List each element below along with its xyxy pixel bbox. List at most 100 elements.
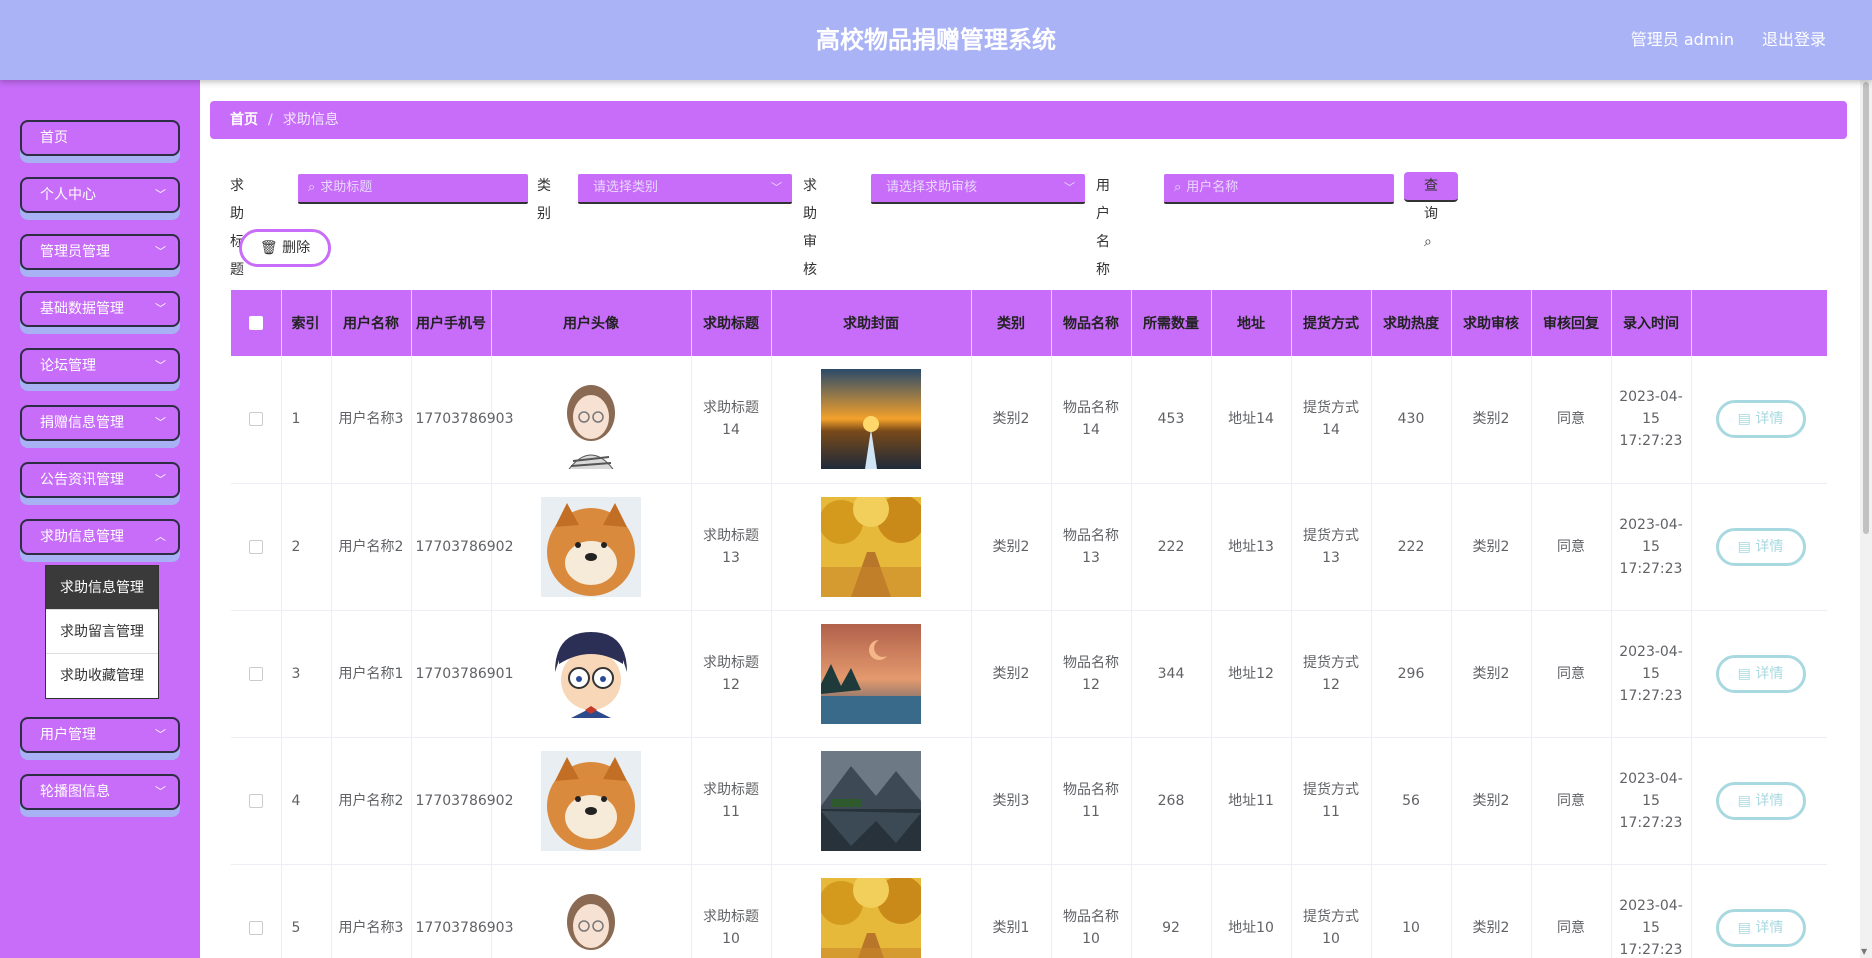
cell-item: 物品名称11 — [1051, 737, 1132, 865]
sidebar-item-home[interactable]: 首页 — [20, 120, 180, 156]
cover-image-cell — [771, 483, 972, 611]
table-row: 4 用户名称2 17703786902 求助标题11 类别3 物品名称11 268 地址11 提… — [231, 737, 1827, 865]
cell-pickup: 提货方式12 — [1291, 610, 1372, 738]
action-cell: ▤ 详情 — [1691, 610, 1827, 738]
scroll-down-arrow-icon[interactable]: ▼ — [1861, 947, 1867, 956]
search-icon: ⌕ — [1424, 234, 1432, 250]
submenu-item-help-favorites[interactable]: 求助收藏管理 — [46, 654, 158, 698]
detail-button[interactable]: ▤ 详情 — [1715, 781, 1806, 820]
trash-icon: 🗑 — [259, 240, 278, 256]
sidebar-item-announcements[interactable]: 公告资讯管理 ﹀ — [20, 462, 180, 498]
document-icon: ▤ — [1737, 411, 1751, 428]
sidebar-item-basic-data[interactable]: 基础数据管理 ﹀ — [20, 291, 180, 327]
sidebar-item-label: 个人中心 — [40, 187, 96, 203]
scrollbar-thumb[interactable] — [1863, 82, 1869, 534]
column-header: 用户头像 — [491, 290, 692, 356]
category-filter-label: 类别 — [537, 178, 551, 222]
cell-audit: 类别2 — [1451, 864, 1532, 958]
row-checkbox[interactable] — [248, 412, 263, 427]
detail-button[interactable]: ▤ 详情 — [1715, 527, 1806, 566]
sidebar-item-help-requests[interactable]: 求助信息管理 ︿ — [20, 519, 180, 555]
sidebar-item-label: 捐赠信息管理 — [40, 415, 124, 431]
sidebar-item-label: 论坛管理 — [40, 358, 96, 374]
sidebar-item-donation[interactable]: 捐赠信息管理 ﹀ — [20, 405, 180, 441]
detail-button-label: 详情 — [1755, 665, 1784, 682]
document-icon: ▤ — [1737, 665, 1751, 682]
column-header: 索引 — [281, 290, 332, 356]
cell-user: 用户名称2 — [331, 483, 412, 611]
document-icon: ▤ — [1737, 792, 1751, 809]
user-avatar-image — [496, 877, 687, 958]
column-header: 类别 — [971, 290, 1052, 356]
delete-button-label: 删除 — [282, 240, 311, 256]
table-row: 1 用户名称3 17703786903 求助标题14 类别2 物品名称14 453 地址14 提… — [231, 356, 1827, 484]
column-header: 求助封面 — [771, 290, 972, 356]
user-filter-label: 用户名称 — [1096, 178, 1110, 278]
page-scrollbar[interactable]: ▼ — [1860, 80, 1872, 958]
sidebar-item-label: 求助信息管理 — [40, 529, 124, 545]
logout-link[interactable]: 退出登录 — [1762, 0, 1826, 80]
sidebar-item-carousel[interactable]: 轮播图信息 ﹀ — [20, 774, 180, 810]
title-search-placeholder: 求助标题 — [320, 180, 373, 195]
sidebar: 首页 个人中心 ﹀ 管理员管理 ﹀ 基础数据管理 ﹀ 论坛管理 ﹀ 捐赠信息管理… — [0, 80, 200, 958]
row-checkbox[interactable] — [248, 666, 263, 681]
breadcrumb-home[interactable]: 首页 — [230, 112, 258, 128]
sidebar-item-label: 用户管理 — [40, 727, 96, 743]
cell-index: 5 — [281, 864, 332, 958]
cell-addr: 地址11 — [1211, 737, 1292, 865]
detail-button[interactable]: ▤ 详情 — [1715, 654, 1806, 693]
chevron-down-icon: ﹀ — [155, 359, 166, 372]
audit-filter-label: 求助审核 — [803, 178, 817, 278]
chevron-up-icon: ︿ — [155, 530, 166, 543]
chevron-down-icon: ﹀ — [155, 473, 166, 486]
submenu-item-help-messages[interactable]: 求助留言管理 — [46, 610, 158, 654]
column-header: 录入时间 — [1611, 290, 1692, 356]
cell-reply: 同意 — [1531, 864, 1612, 958]
select-all-checkbox[interactable] — [248, 316, 263, 330]
row-select-cell — [231, 737, 282, 865]
category-select[interactable]: 请选择类别 ﹀ — [578, 174, 792, 204]
action-column-header — [1691, 290, 1827, 356]
cell-phone: 17703786903 — [411, 864, 513, 958]
sidebar-item-forum[interactable]: 论坛管理 ﹀ — [20, 348, 180, 384]
query-button[interactable]: 查询 ⌕ — [1404, 172, 1458, 250]
chevron-down-icon: ﹀ — [155, 785, 166, 798]
table-row: 2 用户名称2 17703786902 求助标题13 类别2 物品名称13 222 地址13 提… — [231, 483, 1827, 611]
column-header: 求助标题 — [691, 290, 772, 356]
audit-select[interactable]: 请选择求助审核 ﹀ — [871, 174, 1085, 204]
help-requests-submenu: 求助信息管理 求助留言管理 求助收藏管理 — [45, 565, 159, 699]
submenu-item-help-requests[interactable]: 求助信息管理 — [46, 566, 158, 610]
cell-addr: 地址14 — [1211, 356, 1292, 484]
cell-item: 物品名称13 — [1051, 483, 1132, 611]
user-avatar-image — [496, 623, 687, 724]
cell-pickup: 提货方式13 — [1291, 483, 1372, 611]
cell-category: 类别2 — [971, 356, 1052, 484]
cell-pickup: 提货方式14 — [1291, 356, 1372, 484]
row-checkbox[interactable] — [248, 793, 263, 808]
cell-heat: 430 — [1371, 356, 1452, 484]
user-avatar-image — [496, 750, 687, 851]
sidebar-item-users[interactable]: 用户管理 ﹀ — [20, 717, 180, 753]
detail-button[interactable]: ▤ 详情 — [1715, 400, 1806, 439]
row-select-cell — [231, 483, 282, 611]
select-all-cell — [231, 290, 282, 356]
row-checkbox[interactable] — [248, 920, 263, 935]
detail-button[interactable]: ▤ 详情 — [1715, 908, 1806, 947]
cell-phone: 17703786903 — [411, 356, 513, 484]
cell-addr: 地址13 — [1211, 483, 1292, 611]
user-search-input[interactable]: ⌕ 用户名称 — [1164, 174, 1394, 204]
user-avatar-cell — [491, 483, 692, 611]
chevron-down-icon: ﹀ — [155, 245, 166, 258]
row-checkbox[interactable] — [248, 539, 263, 554]
delete-button[interactable]: 🗑 删除 — [239, 229, 331, 267]
cell-reply: 同意 — [1531, 356, 1612, 484]
cell-category: 类别2 — [971, 483, 1052, 611]
sidebar-item-admin-management[interactable]: 管理员管理 ﹀ — [20, 234, 180, 270]
user-avatar-image — [496, 369, 687, 470]
user-avatar-cell — [491, 610, 692, 738]
title-search-input[interactable]: ⌕ 求助标题 — [298, 174, 528, 204]
action-cell: ▤ 详情 — [1691, 483, 1827, 611]
title-filter-label: 求助标题 — [230, 178, 244, 278]
sidebar-item-personal-center[interactable]: 个人中心 ﹀ — [20, 177, 180, 213]
cell-user: 用户名称3 — [331, 356, 412, 484]
